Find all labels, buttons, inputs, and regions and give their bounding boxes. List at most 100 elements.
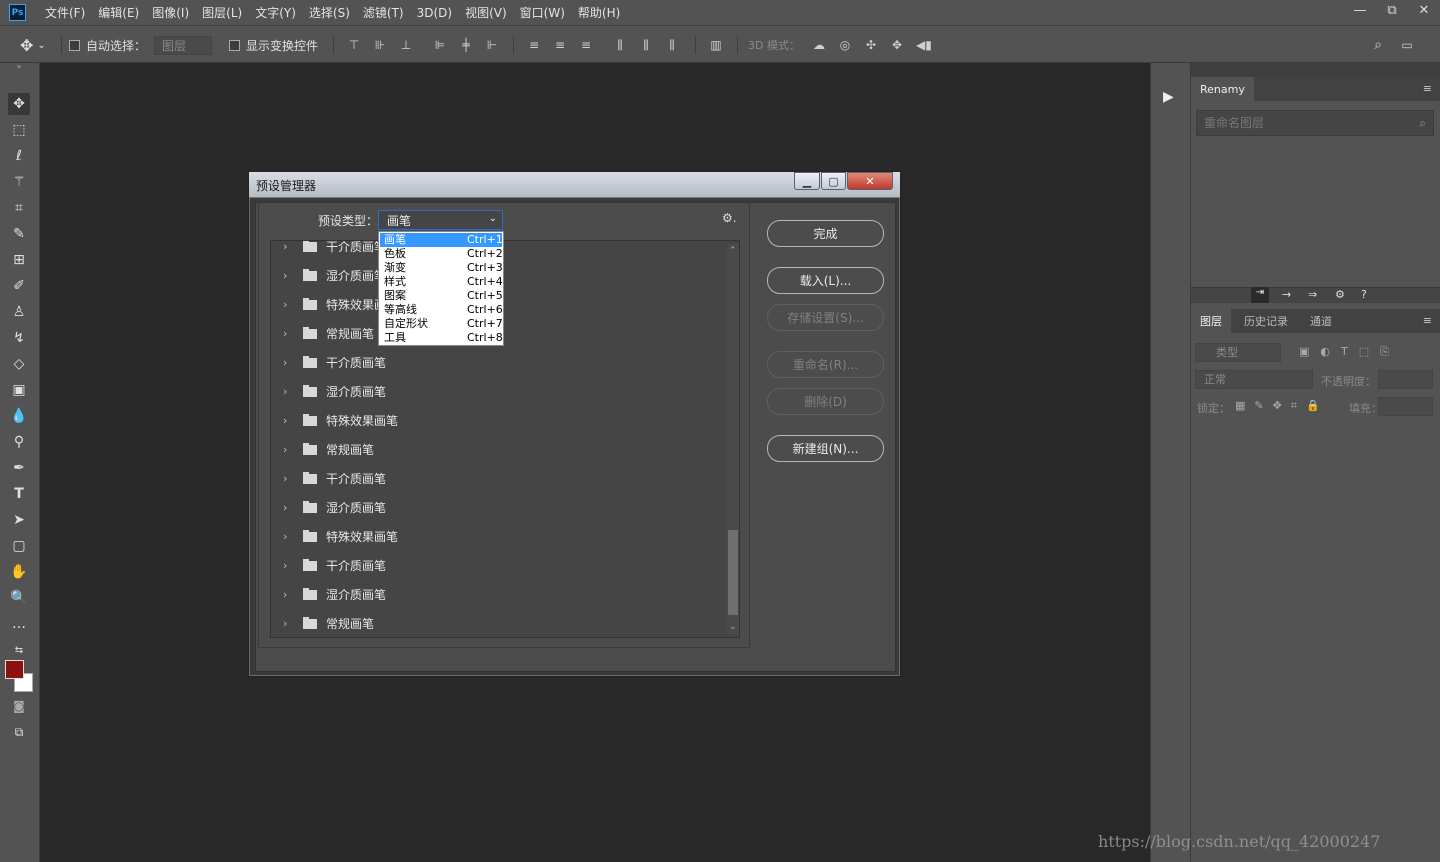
chevron-right-icon[interactable]: › [283,588,293,601]
menu-view[interactable]: 视图(V) [465,4,507,21]
actions-play-icon[interactable]: ▶ [1163,89,1174,105]
preset-type-option[interactable]: 渐变 Ctrl+3 [380,261,503,275]
scroll-down-icon[interactable]: ⌄ [729,622,737,632]
rename-layer-input[interactable]: 重命名图层 [1196,110,1434,136]
eraser-tool-icon[interactable]: ◇ [8,353,30,375]
workspace-icon[interactable]: ▭ [1400,38,1414,52]
zoom-tool-icon[interactable]: 🔍 [8,587,30,609]
distribute-top-icon[interactable]: ≡ [527,38,541,52]
move-tool-icon[interactable]: ✥ [8,93,30,115]
auto-select-checkbox[interactable] [69,39,80,51]
blend-mode-dropdown[interactable]: 正常 [1195,370,1313,389]
healing-tool-icon[interactable]: ⊞ [8,249,30,271]
3d-pan-icon[interactable]: ✣ [864,38,878,52]
dialog-title-bar[interactable]: 预设管理器 ▁ ▢ ✕ [249,172,900,198]
menu-filter[interactable]: 滤镜(T) [363,4,404,21]
layers-menu-icon[interactable]: ≡ [1423,314,1432,327]
save-settings-button[interactable]: 存储设置(S)... [767,304,884,331]
chevron-right-icon[interactable]: › [283,298,293,311]
distribute-hcenter-icon[interactable]: ⫼ [639,38,653,52]
magic-wand-tool-icon[interactable]: ⚚ [8,171,30,193]
tab-channels[interactable]: 通道 [1301,309,1341,333]
done-button[interactable]: 完成 [767,220,884,247]
chevron-right-icon[interactable]: › [283,559,293,572]
more-tools-icon[interactable]: … [8,613,30,635]
chevron-right-icon[interactable]: › [283,269,293,282]
restore-button[interactable]: ⧉ [1376,0,1408,20]
stamp-tool-icon[interactable]: ♙ [8,301,30,323]
eyedropper-tool-icon[interactable]: ✎ [8,223,30,245]
align-hcenter-icon[interactable]: ╪ [459,38,473,52]
distribute-right-icon[interactable]: ⫼ [665,38,679,52]
menu-type[interactable]: 文字(Y) [255,4,296,21]
auto-select-target-dropdown[interactable]: 图层 [154,35,213,55]
preset-type-dropdown[interactable]: 画笔 ⌄ [378,210,503,230]
type-tool-icon[interactable]: T [8,483,30,505]
preset-list-row[interactable]: › 干介质画笔 [271,551,721,580]
preset-type-option[interactable]: 工具 Ctrl+8 [380,331,503,345]
tab-renamy[interactable]: Renamy [1191,77,1254,101]
preset-list-row[interactable]: › 常规画笔 [271,435,721,464]
renamy-help-icon[interactable]: ? [1361,288,1367,301]
menu-help[interactable]: 帮助(H) [578,4,620,21]
align-vcenter-icon[interactable]: ⊪ [373,38,387,52]
chevron-right-icon[interactable]: › [283,617,293,630]
crop-tool-icon[interactable]: ⌗ [8,197,30,219]
delete-button[interactable]: 删除(D) [767,388,884,415]
chevron-right-icon[interactable]: › [283,414,293,427]
align-right-icon[interactable]: ⊩ [485,38,499,52]
blur-tool-icon[interactable]: 💧 [8,405,30,427]
chevron-right-icon[interactable]: › [283,385,293,398]
panel-menu-icon[interactable]: ≡ [1423,82,1432,95]
renamy-tool-1-icon[interactable]: ⇥ [1251,287,1269,303]
path-select-tool-icon[interactable]: ➤ [8,509,30,531]
chevron-right-icon[interactable]: › [283,356,293,369]
move-tool-preset-icon[interactable]: ✥ ⌄ [20,26,46,64]
preset-list-row[interactable]: › 特殊效果画笔 [271,522,721,551]
align-bottom-icon[interactable]: ⊥ [399,38,413,52]
swap-colors-icon[interactable]: ⇆ [8,639,30,661]
preset-list-row[interactable]: › 湿介质画笔 [271,580,721,609]
collapse-icon[interactable]: » [8,61,30,71]
search-icon[interactable]: ⌕ [1371,38,1385,52]
app-logo[interactable]: Ps [9,4,26,21]
show-transform-checkbox[interactable] [229,39,240,51]
new-group-button[interactable]: 新建组(N)... [767,435,884,462]
preset-type-option[interactable]: 画笔 Ctrl+1 [380,233,503,247]
quick-mask-icon[interactable]: ◙ [8,695,30,717]
menu-select[interactable]: 选择(S) [309,4,350,21]
renamy-tool-2-icon[interactable]: → [1282,288,1291,301]
preset-list-row[interactable]: › 特殊效果画笔 [271,406,721,435]
menu-file[interactable]: 文件(F) [45,4,85,21]
screen-mode-icon[interactable]: ⧉ [8,721,30,743]
lock-icons[interactable]: ▦✎✥⌗🔒 [1235,399,1329,413]
shape-tool-icon[interactable]: ▢ [8,535,30,557]
chevron-right-icon[interactable]: › [283,530,293,543]
tab-history[interactable]: 历史记录 [1235,309,1297,333]
preset-list-row[interactable]: › 干介质画笔 [271,348,721,377]
close-window-button[interactable]: ✕ [1408,0,1440,20]
chevron-right-icon[interactable]: › [283,501,293,514]
preset-list-row[interactable]: › 干介质画笔 [271,464,721,493]
scrollbar-thumb[interactable] [728,530,738,615]
chevron-right-icon[interactable]: › [283,443,293,456]
preset-settings-gear-icon[interactable]: ⚙. [722,211,737,225]
layer-filter-dropdown[interactable]: 类型 [1195,343,1281,362]
dodge-tool-icon[interactable]: ⚲ [8,431,30,453]
minimize-button[interactable]: — [1344,0,1376,20]
menu-3d[interactable]: 3D(D) [417,6,452,20]
preset-type-option[interactable]: 等高线 Ctrl+6 [380,303,503,317]
renamy-tool-3-icon[interactable]: ⇒ [1308,288,1317,301]
menu-image[interactable]: 图像(I) [152,4,189,21]
distribute-vcenter-icon[interactable]: ≡ [553,38,567,52]
fill-input[interactable] [1378,397,1433,416]
preset-type-option[interactable]: 样式 Ctrl+4 [380,275,503,289]
load-button[interactable]: 载入(L)... [767,267,884,294]
preset-list-row[interactable]: › 湿介质画笔 [271,493,721,522]
3d-scale-icon[interactable]: ◀▮ [916,38,932,52]
renamy-settings-icon[interactable]: ⚙ [1335,288,1345,301]
menu-window[interactable]: 窗口(W) [520,4,565,21]
3d-roll-icon[interactable]: ◎ [838,38,852,52]
dialog-maximize-button[interactable]: ▢ [821,172,846,190]
chevron-right-icon[interactable]: › [283,472,293,485]
